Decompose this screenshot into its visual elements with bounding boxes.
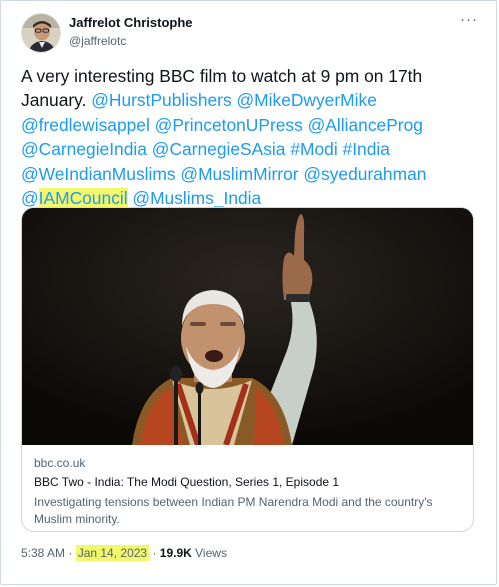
- mention-link[interactable]: IAMCouncil: [38, 188, 128, 209]
- mention-link[interactable]: @CarnegieSAsia: [152, 139, 286, 159]
- card-title[interactable]: BBC Two - India: The Modi Question, Seri…: [34, 475, 464, 492]
- mention-link[interactable]: @CarnegieIndia: [21, 139, 147, 159]
- mention-link[interactable]: @Muslims_India: [132, 188, 261, 208]
- mention-link[interactable]: @MuslimMirror: [180, 164, 298, 184]
- author-name[interactable]: Jaffrelot Christophe: [69, 15, 193, 30]
- mention-link[interactable]: @HurstPublishers: [91, 90, 231, 110]
- separator-dot: ·: [65, 546, 76, 560]
- more-options-icon[interactable]: ···: [457, 12, 481, 33]
- tweet-header: Jaffrelot Christophe @jaffrelotc ···: [21, 12, 481, 53]
- author-handle[interactable]: @jaffrelotc: [69, 34, 126, 48]
- mention-link[interactable]: @WeIndianMuslims: [21, 164, 176, 184]
- card-domain: bbc.co.uk: [34, 456, 86, 470]
- card-description: Investigating tensions between Indian PM…: [34, 495, 433, 526]
- tweet-card[interactable]: Jaffrelot Christophe @jaffrelotc ··· A v…: [0, 0, 497, 585]
- views-count[interactable]: 19.9K: [160, 546, 192, 560]
- card-image[interactable]: [22, 208, 473, 445]
- tweet-footer: 5:38 AM · Jan 14, 2023 · 19.9K Views: [21, 543, 227, 563]
- link-preview-card[interactable]: bbc.co.uk BBC Two - India: The Modi Ques…: [21, 207, 474, 532]
- tweet-time[interactable]: 5:38 AM: [21, 546, 65, 560]
- avatar-photo: [22, 14, 60, 52]
- mention-link[interactable]: @syedurahman: [303, 164, 426, 184]
- mention-link[interactable]: @AllianceProg: [308, 115, 423, 135]
- mention-link[interactable]: @MikeDwyerMike: [237, 90, 377, 110]
- mention-link[interactable]: @fredlewisappel: [21, 115, 150, 135]
- views-label: Views: [191, 546, 227, 560]
- hashtag-link[interactable]: #Modi: [290, 139, 337, 159]
- mention-link[interactable]: @PrincetonUPress: [155, 115, 303, 135]
- card-meta: bbc.co.uk BBC Two - India: The Modi Ques…: [34, 456, 464, 528]
- mention-link[interactable]: @: [21, 188, 39, 208]
- separator-dot: ·: [149, 546, 160, 560]
- hashtag-link[interactable]: #India: [343, 139, 390, 159]
- avatar[interactable]: [21, 13, 61, 53]
- tweet-date[interactable]: Jan 14, 2023: [75, 545, 150, 561]
- tweet-text: A very interesting BBC film to watch at …: [21, 64, 481, 210]
